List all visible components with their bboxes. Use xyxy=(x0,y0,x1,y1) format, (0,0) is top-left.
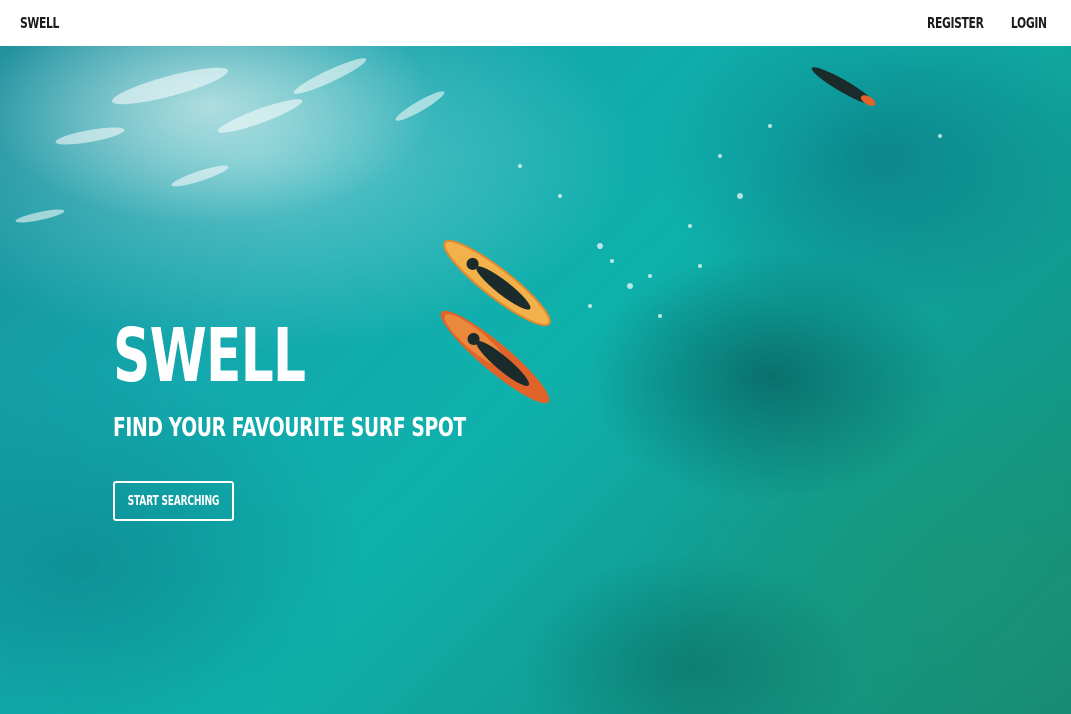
brand-logo-link[interactable]: SWELL xyxy=(20,14,59,32)
register-link[interactable]: REGISTER xyxy=(927,14,984,32)
login-link[interactable]: LOGIN xyxy=(1011,14,1047,32)
foam-dots xyxy=(518,124,942,318)
start-searching-button[interactable]: START SEARCHING xyxy=(113,481,234,521)
header-nav: REGISTER LOGIN xyxy=(905,14,1048,32)
start-searching-label: START SEARCHING xyxy=(127,493,220,509)
surfer-distant xyxy=(811,67,876,106)
hero-content: SWELL FIND YOUR FAVOURITE SURF SPOT STAR… xyxy=(113,313,603,521)
water-highlights xyxy=(15,58,445,223)
hero-title: SWELL xyxy=(113,313,306,399)
hero-subtitle: FIND YOUR FAVOURITE SURF SPOT xyxy=(113,413,466,443)
top-navbar: SWELL REGISTER LOGIN xyxy=(0,0,1071,46)
hero-section: SWELL FIND YOUR FAVOURITE SURF SPOT STAR… xyxy=(0,46,1071,714)
